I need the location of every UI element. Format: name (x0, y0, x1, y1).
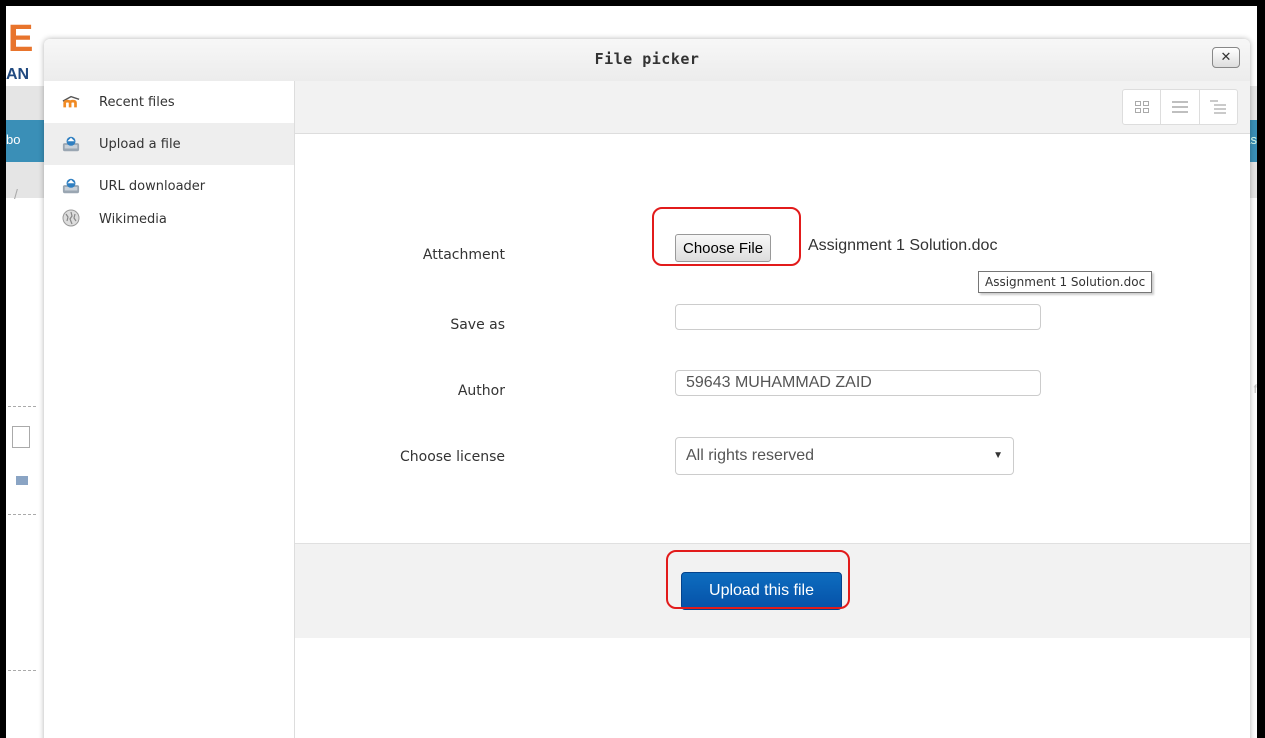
background-breadcrumb: / (14, 186, 18, 202)
moodle-icon (62, 93, 80, 111)
close-icon: ✕ (1220, 50, 1232, 65)
dialog-header: File picker ✕ (44, 39, 1250, 82)
site-logo: E AN (6, 16, 46, 86)
choose-file-button[interactable]: Choose File (675, 234, 772, 262)
view-switcher (1122, 89, 1238, 125)
save-as-row: Save as (295, 304, 1250, 334)
attachment-row: Attachment Choose File Assignment 1 Solu… (295, 234, 1250, 293)
chosen-file-name: Assignment 1 Solution.doc (808, 237, 998, 254)
icons-view-button[interactable] (1123, 90, 1162, 124)
save-as-input[interactable] (675, 304, 1041, 330)
upload-file-button[interactable]: Upload this file (681, 572, 842, 610)
app-frame: E AN bo as / f File picker ✕ Recent file… (6, 6, 1257, 738)
file-name-tooltip: Assignment 1 Solution.doc (978, 271, 1153, 293)
upload-icon (62, 135, 80, 153)
author-input[interactable]: 59643 MUHAMMAD ZAID (675, 370, 1041, 396)
license-selected-value: All rights reserved (686, 447, 815, 464)
background-dividers (6, 406, 38, 706)
sidebar-item-label: Upload a file (99, 136, 181, 152)
sidebar-item-label: Wikimedia (99, 212, 167, 227)
license-select[interactable]: All rights reserved ▼ (675, 437, 1014, 475)
sidebar-item-wikimedia[interactable]: Wikimedia (44, 207, 294, 245)
dialog-footer: Upload this file (295, 543, 1250, 638)
upload-form: Attachment Choose File Assignment 1 Solu… (295, 134, 1250, 544)
wikimedia-icon (62, 209, 80, 227)
sidebar-item-url-downloader[interactable]: URL downloader (44, 165, 294, 207)
logo-letter: E (8, 18, 34, 60)
file-picker-dialog: File picker ✕ Recent files Upload a file… (44, 39, 1250, 738)
sidebar-item-recent-files[interactable]: Recent files (44, 81, 294, 123)
tree-view-button[interactable] (1200, 90, 1237, 124)
background-nav-text-left: bo (6, 132, 21, 147)
author-label: Author (457, 383, 505, 399)
save-as-label: Save as (450, 317, 505, 333)
background-fragment: f (1253, 382, 1257, 396)
list-icon (1171, 101, 1188, 113)
license-label: Choose license (399, 449, 505, 465)
grid-icon (1134, 101, 1149, 113)
author-row: Author 59643 MUHAMMAD ZAID (295, 370, 1250, 400)
tree-icon (1210, 100, 1227, 114)
list-view-button[interactable] (1161, 90, 1200, 124)
chevron-down-icon: ▼ (993, 450, 1003, 461)
logo-text: AN (6, 66, 30, 83)
sidebar-item-label: URL downloader (99, 178, 206, 194)
repository-sidebar: Recent files Upload a file URL downloade… (44, 81, 295, 738)
view-toolbar (295, 81, 1250, 134)
url-icon (62, 177, 80, 195)
sidebar-item-upload-a-file[interactable]: Upload a file (44, 123, 294, 165)
attachment-label: Attachment (422, 247, 505, 263)
license-row: Choose license All rights reserved ▼ (295, 437, 1250, 477)
dialog-title: File picker (594, 50, 700, 68)
sidebar-item-label: Recent files (99, 94, 175, 110)
close-button[interactable]: ✕ (1212, 47, 1240, 68)
